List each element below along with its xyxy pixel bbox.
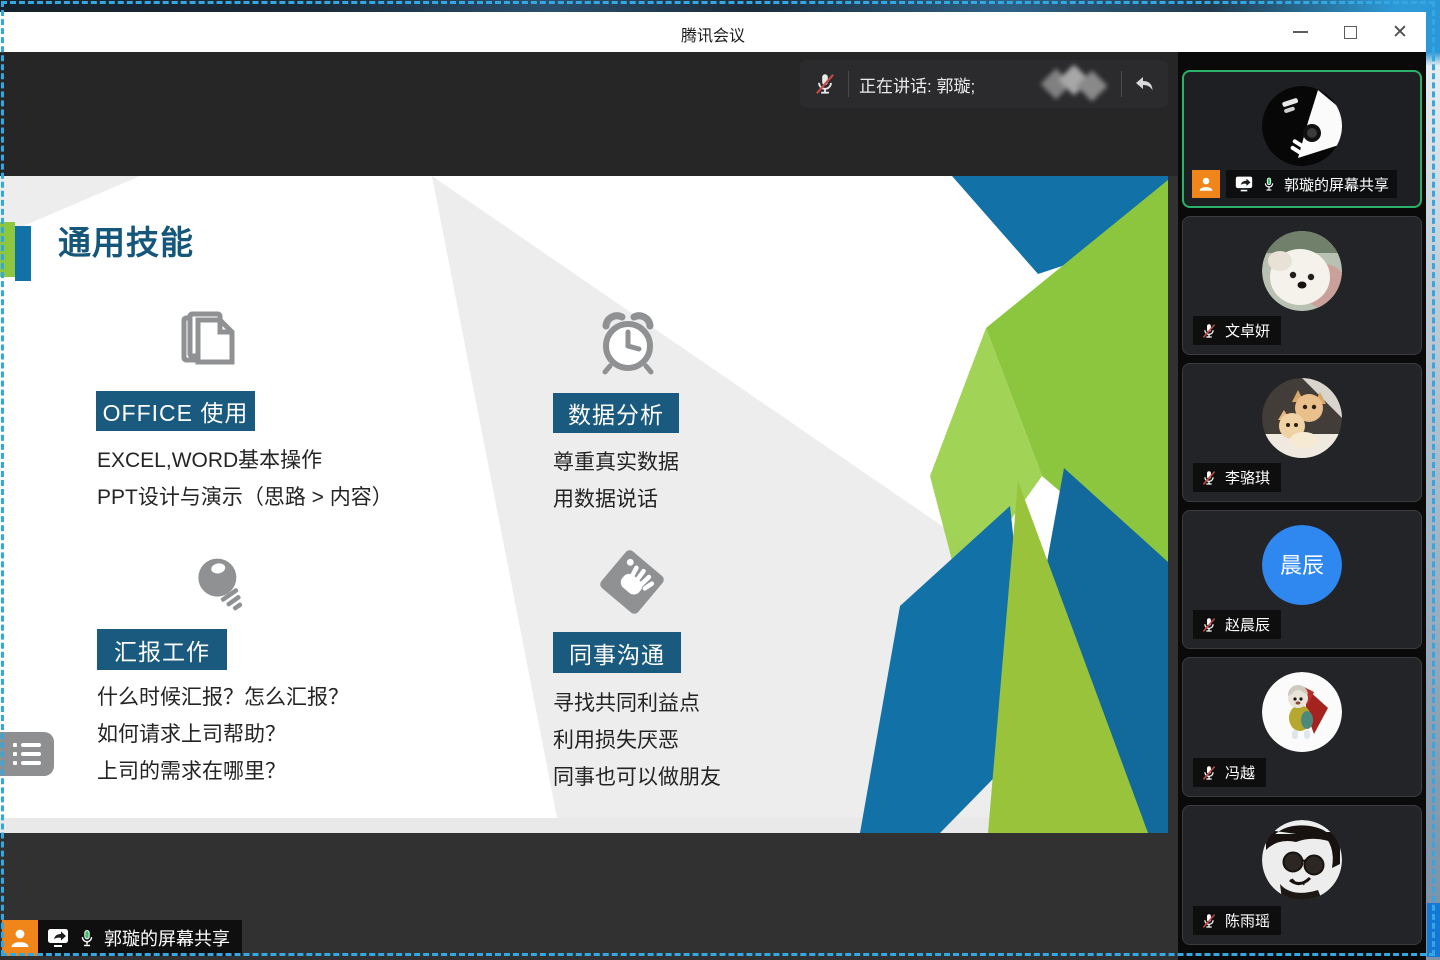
avatar: 晨辰 bbox=[1262, 525, 1342, 605]
desktop-taskbar-fragment bbox=[1427, 903, 1440, 957]
shared-screen-area: 正在讲话: 郭璇; bbox=[0, 52, 1178, 960]
participant-tile-liluoqi[interactable]: 李骆琪 bbox=[1182, 363, 1422, 502]
screen-share-label: 郭璇的屏幕共享 bbox=[38, 920, 242, 956]
presenter-icon bbox=[2, 920, 38, 956]
section-header-report: 汇报工作 bbox=[97, 629, 227, 670]
list-icon bbox=[13, 743, 41, 765]
meeting-window: 腾讯会议 ✕ bbox=[0, 12, 1426, 960]
participant-name: 郭璇的屏幕共享 bbox=[1284, 174, 1389, 195]
window-titlebar: 腾讯会议 ✕ bbox=[0, 12, 1426, 52]
desktop-background-strip-right bbox=[1426, 0, 1440, 960]
participant-name: 陈雨瑶 bbox=[1225, 910, 1270, 931]
section-lines-communication: 寻找共同利益点 利用损失厌恶 同事也可以做朋友 bbox=[553, 685, 721, 796]
minimize-button[interactable] bbox=[1290, 22, 1310, 42]
divider bbox=[848, 71, 849, 97]
avatar bbox=[1262, 820, 1342, 900]
section-lines-report: 什么时候汇报？怎么汇报？ 如何请求上司帮助？ 上司的需求在哪里？ bbox=[97, 679, 349, 790]
participant-tile-guoxuan[interactable]: 郭璇的屏幕共享 bbox=[1182, 70, 1422, 208]
participant-badge: 冯越 bbox=[1193, 758, 1266, 787]
presenter-icon bbox=[1192, 170, 1220, 198]
minimize-icon bbox=[1293, 31, 1308, 33]
participant-tile-chenyuyao[interactable]: 陈雨瑶 bbox=[1182, 805, 1422, 945]
participant-list-tab[interactable] bbox=[0, 732, 54, 776]
participant-name: 李骆琪 bbox=[1225, 467, 1270, 488]
screen-share-icon bbox=[1234, 175, 1254, 193]
participant-tile-fengyue[interactable]: 冯越 bbox=[1182, 657, 1422, 797]
speaking-indicator-bar: 正在讲话: 郭璇; bbox=[800, 60, 1168, 108]
section-header-office: OFFICE 使用 bbox=[96, 391, 255, 431]
close-button[interactable]: ✕ bbox=[1390, 22, 1410, 42]
alarm-clock-icon bbox=[592, 306, 664, 380]
slide-title: 通用技能 bbox=[58, 216, 194, 264]
slide-text-line: EXCEL,WORD基本操作 bbox=[97, 442, 393, 479]
speaking-label: 正在讲话: 郭璇; bbox=[859, 72, 975, 97]
screenshot-root: 腾讯会议 ✕ bbox=[0, 0, 1440, 960]
title-accent-blue bbox=[15, 226, 31, 281]
participant-name: 文卓妍 bbox=[1225, 320, 1270, 341]
avatar-image bbox=[1262, 378, 1342, 458]
slide-text-line: 寻找共同利益点 bbox=[553, 685, 721, 722]
participant-name: 赵晨辰 bbox=[1225, 614, 1270, 635]
section-header-communication: 同事沟通 bbox=[553, 632, 681, 673]
avatar-image: 晨辰 bbox=[1262, 525, 1342, 605]
muted-mic-icon bbox=[1200, 912, 1218, 930]
slide-text-line: PPT设计与演示（思路 > 内容） bbox=[97, 479, 393, 516]
avatar bbox=[1262, 86, 1342, 166]
presentation-slide: 通用技能 OFFICE 使用 EXCEL,WORD基本操作 PPT设计与演 bbox=[0, 176, 1168, 833]
slide-text-line: 上司的需求在哪里？ bbox=[97, 753, 349, 790]
section-lines-office: EXCEL,WORD基本操作 PPT设计与演示（思路 > 内容） bbox=[97, 442, 393, 516]
participant-badge: 赵晨辰 bbox=[1193, 610, 1281, 639]
watermark-logo bbox=[1039, 67, 1111, 101]
documents-icon bbox=[172, 306, 244, 380]
screen-share-icon bbox=[46, 927, 70, 949]
screen-share-label-text: 郭璇的屏幕共享 bbox=[104, 925, 230, 951]
maximize-icon bbox=[1344, 26, 1357, 39]
participants-sidebar: 郭璇的屏幕共享 bbox=[1178, 52, 1426, 960]
active-mic-icon bbox=[77, 927, 97, 949]
participant-badge: 李骆琪 bbox=[1193, 463, 1281, 492]
muted-mic-icon bbox=[1200, 322, 1218, 340]
desktop-background-strip bbox=[0, 0, 1440, 12]
muted-mic-icon bbox=[1200, 469, 1218, 487]
avatar bbox=[1262, 378, 1342, 458]
section-header-data: 数据分析 bbox=[553, 393, 679, 433]
tile-status-row: 郭璇的屏幕共享 bbox=[1192, 170, 1397, 198]
tag-hand-icon bbox=[592, 548, 672, 624]
slide-text-line: 什么时候汇报？怎么汇报？ bbox=[97, 679, 349, 716]
participant-tile-zhaochenchen[interactable]: 晨辰 赵晨辰 bbox=[1182, 510, 1422, 649]
divider bbox=[1121, 71, 1122, 97]
avatar-image bbox=[1262, 231, 1342, 311]
slide-text-line: 如何请求上司帮助？ bbox=[97, 716, 349, 753]
avatar-initials: 晨辰 bbox=[1280, 553, 1324, 578]
muted-mic-icon bbox=[1200, 764, 1218, 782]
participant-badge: 陈雨瑶 bbox=[1193, 906, 1281, 935]
reply-arrow-icon[interactable] bbox=[1132, 72, 1156, 96]
window-controls: ✕ bbox=[1290, 12, 1410, 52]
participant-tile-wenzhuoyan[interactable]: 文卓妍 bbox=[1182, 216, 1422, 355]
slide-text-line: 利用损失厌恶 bbox=[553, 722, 721, 759]
muted-mic-icon[interactable] bbox=[812, 71, 838, 97]
lightbulb-icon bbox=[158, 548, 254, 620]
muted-mic-icon bbox=[1200, 616, 1218, 634]
window-title: 腾讯会议 bbox=[0, 22, 1426, 46]
avatar bbox=[1262, 231, 1342, 311]
meeting-content: 正在讲话: 郭璇; bbox=[0, 52, 1426, 960]
maximize-button[interactable] bbox=[1340, 22, 1360, 42]
participant-name: 冯越 bbox=[1225, 762, 1255, 783]
avatar-image bbox=[1262, 820, 1342, 900]
title-accent-green bbox=[0, 222, 15, 277]
participant-badge: 文卓妍 bbox=[1193, 316, 1281, 345]
slide-text-line: 尊重真实数据 bbox=[553, 444, 679, 481]
section-lines-data: 尊重真实数据 用数据说话 bbox=[553, 444, 679, 518]
slide-text-line: 同事也可以做朋友 bbox=[553, 759, 721, 796]
avatar bbox=[1262, 672, 1342, 752]
close-icon: ✕ bbox=[1392, 23, 1408, 42]
screen-share-banner: 郭璇的屏幕共享 bbox=[2, 920, 242, 956]
slide-text-line: 用数据说话 bbox=[553, 481, 679, 518]
avatar-image bbox=[1262, 86, 1342, 166]
avatar-image bbox=[1262, 672, 1342, 752]
active-mic-icon bbox=[1261, 175, 1277, 193]
